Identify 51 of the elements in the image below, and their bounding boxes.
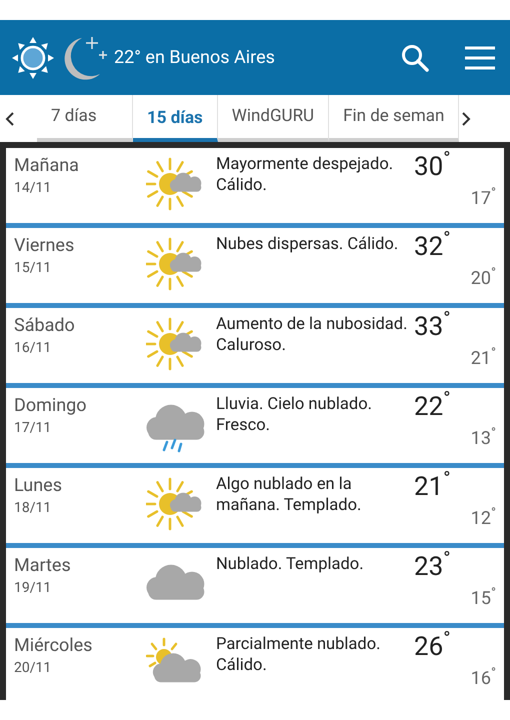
forecast-summary: Nubes dispersas. Cálido. (216, 234, 400, 255)
day-name: Viernes (14, 234, 74, 258)
low-temperature: 16$^{°}$ (470, 668, 496, 690)
forecast-summary: Lluvia. Cielo nublado. Fresco. (216, 394, 373, 436)
forecast-row[interactable]: Martes 19/11 Nublado. Templado. 23$^{°}$ 15$^{°}$ (6, 548, 504, 628)
low-temperature: 17$^{°}$ (470, 188, 496, 210)
day-name: Lunes (14, 474, 62, 498)
high-temperature: 23$^{°}$ (414, 552, 451, 582)
forecast-summary: Parcialmente nublado. Cálido. (216, 634, 382, 676)
low-temperature: 15$^{°}$ (470, 588, 496, 610)
day-date: 15/11 (14, 259, 52, 278)
high-temperature: 33$^{°}$ (414, 312, 451, 342)
low-temperature: 12$^{°}$ (470, 508, 496, 530)
day-name: Martes (14, 554, 71, 578)
day-date: 19/11 (14, 579, 52, 598)
day-name: Miércoles (14, 634, 92, 658)
sun-cloud-icon (146, 476, 204, 532)
sun-icon (10, 34, 56, 80)
header-title: 22° en Buenos Aires (114, 46, 276, 70)
sun-cloud-icon (146, 156, 204, 212)
high-temperature: 21$^{°}$ (414, 472, 451, 502)
forecast-row[interactable]: Mañana 14/11 Mayormente despejado. Cálido. 30$^{°}$ 17$^{°}$ (6, 148, 504, 228)
sun-cloud-icon (146, 316, 204, 372)
chevron-left-icon[interactable] (5, 112, 15, 126)
high-temperature: 30$^{°}$ (414, 152, 451, 182)
low-temperature: 20$^{°}$ (470, 268, 496, 290)
day-date: 16/11 (14, 339, 52, 358)
high-temperature: 26$^{°}$ (414, 632, 451, 662)
day-name: Domingo (14, 394, 87, 418)
forecast-summary: Aumento de la nubosidad. Caluroso. (216, 314, 408, 356)
forecast-summary: Algo nublado en la mañana. Templado. (216, 474, 362, 516)
forecast-summary: Nublado. Templado. (216, 554, 365, 575)
forecast-row[interactable]: Miércoles 20/11 Parcialmente nublado. Cálido. 26$^{°}$ 16$^{°}$ (6, 628, 504, 700)
sun-cloud-icon (146, 236, 204, 292)
high-temperature: 22$^{°}$ (414, 392, 451, 422)
day-date: 20/11 (14, 659, 52, 678)
high-temperature: 32$^{°}$ (414, 232, 451, 262)
day-date: 14/11 (14, 179, 52, 198)
forecast-row[interactable]: Viernes 15/11 Nubes dispersas. Cálido. 32$^{°}$ 20$^{°}$ (6, 228, 504, 308)
search-icon[interactable] (400, 42, 430, 72)
low-temperature: 13$^{°}$ (470, 428, 496, 450)
low-temperature: 21$^{°}$ (470, 348, 496, 370)
forecast-summary: Mayormente despejado. Cálido. (216, 154, 394, 196)
forecast-row[interactable]: Domingo 17/11 Lluvia. Cielo nublado. Fresco. 22$^{°}$ 13$^{°}$ (6, 388, 504, 468)
forecast-row[interactable]: Lunes 18/11 Algo nublado en la mañana. Templado. 21$^{°}$ 12$^{°}$ (6, 468, 504, 548)
day-date: 18/11 (14, 499, 52, 518)
day-name: Mañana (14, 154, 79, 178)
chevron-right-icon[interactable] (461, 112, 472, 126)
day-name: Sábado (14, 314, 75, 338)
day-date: 17/11 (14, 419, 52, 438)
menu-icon[interactable] (464, 44, 496, 70)
